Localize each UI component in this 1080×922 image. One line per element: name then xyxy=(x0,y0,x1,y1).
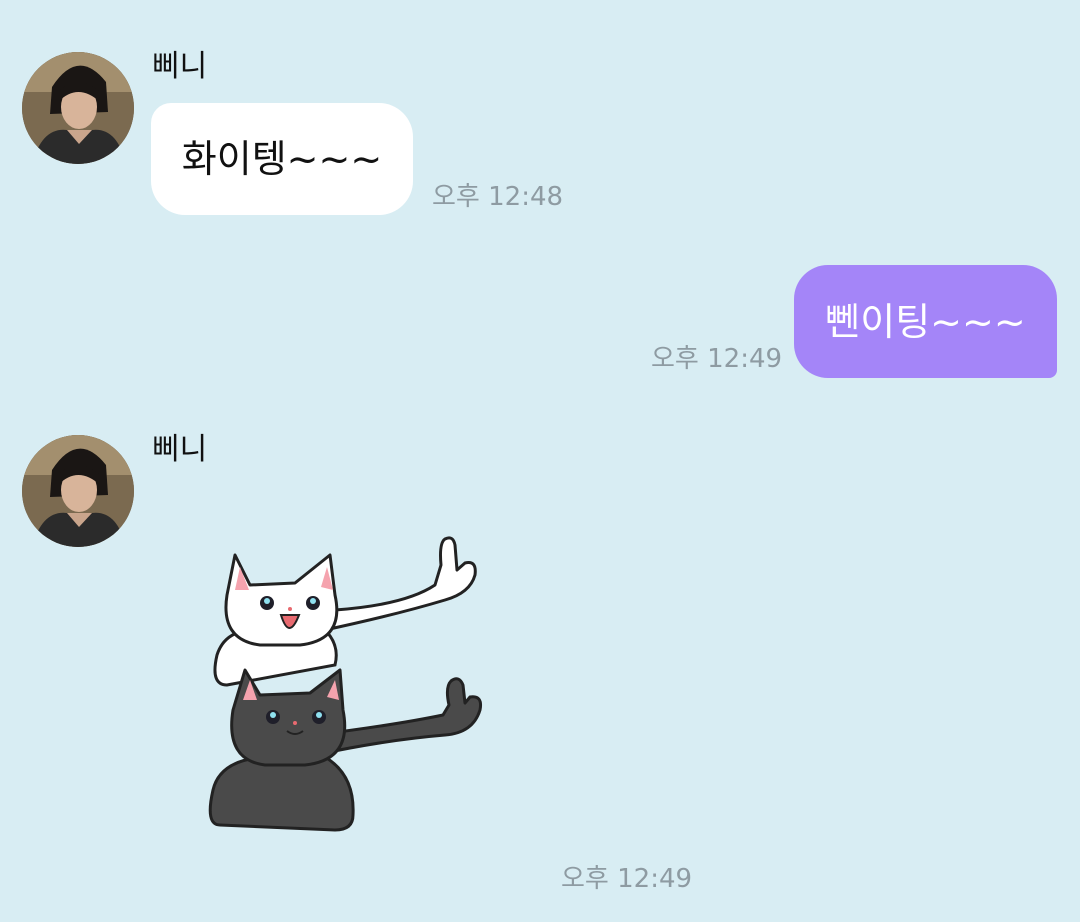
message-bubble[interactable]: 화이텡~~~ xyxy=(151,103,413,215)
avatar[interactable] xyxy=(22,435,134,547)
sender-name: 삐니 xyxy=(152,432,208,467)
message-timestamp: 오후 12:49 xyxy=(561,864,693,894)
message-timestamp: 오후 12:49 xyxy=(651,344,783,374)
avatar[interactable] xyxy=(22,52,134,164)
message-timestamp: 오후 12:48 xyxy=(432,182,564,212)
cat-sticker[interactable] xyxy=(205,535,490,835)
cats-thumbs-up-sticker-image xyxy=(208,536,482,832)
profile-photo xyxy=(22,52,134,164)
profile-photo xyxy=(22,435,134,547)
sender-name: 삐니 xyxy=(152,49,208,84)
message-bubble[interactable]: 뻰이팅~~~ xyxy=(794,265,1057,378)
